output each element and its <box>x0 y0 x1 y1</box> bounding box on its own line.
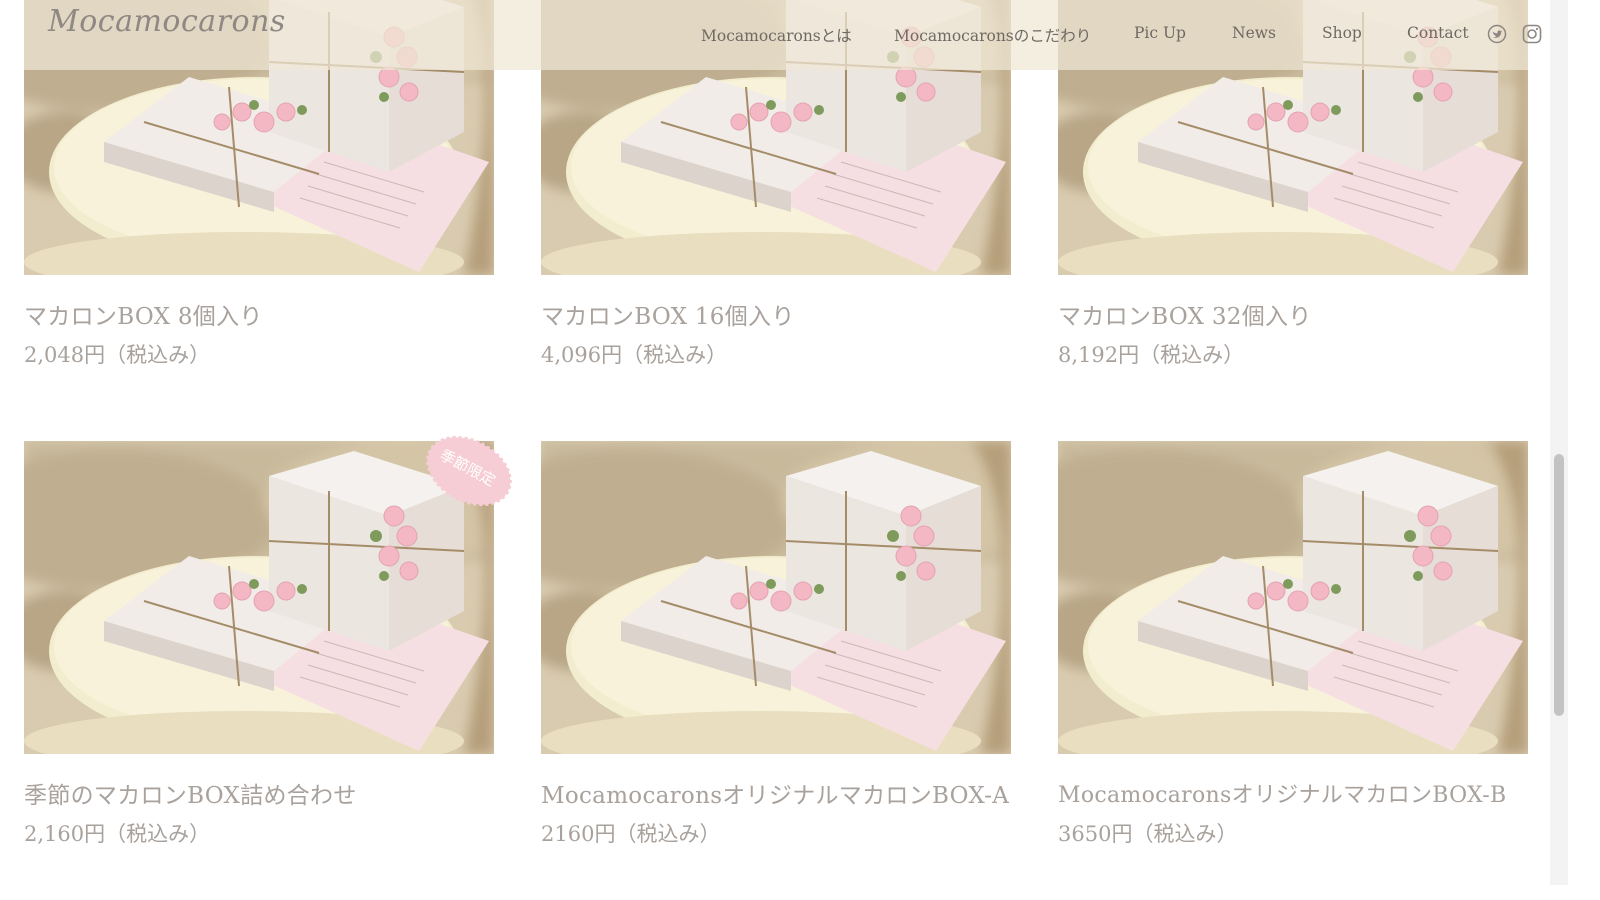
nav-link-news[interactable]: News <box>1232 24 1276 42</box>
product-name[interactable]: MocamocaronsオリジナルマカロンBOX-A <box>541 778 1011 814</box>
scrollbar-thumb[interactable] <box>1554 454 1564 716</box>
nav-link-pickup[interactable]: Pic Up <box>1134 24 1186 42</box>
product-price: 2160円（税込み） <box>541 822 721 846</box>
instagram-icon[interactable] <box>1522 24 1542 48</box>
product-image[interactable] <box>541 441 1011 754</box>
nav-link-commitment[interactable]: Mocamocaronsのこだわり <box>894 24 1091 46</box>
site-logo[interactable]: Mocamocarons <box>48 4 286 39</box>
site-header: Mocamocarons Mocamocaronsとは Mocamocarons… <box>24 0 1542 70</box>
product-name[interactable]: マカロンBOX 32個入り <box>1058 299 1528 335</box>
page-scrollbar[interactable] <box>1550 0 1568 885</box>
product-card[interactable]: 季節限定 季節のマカロンBOX詰め合わせ 2,160円（税込み） <box>24 435 512 852</box>
product-image[interactable] <box>1058 441 1528 754</box>
product-name[interactable]: マカロンBOX 16個入り <box>541 299 1011 335</box>
nav-link-contact[interactable]: Contact <box>1407 24 1469 42</box>
product-price: 2,048円（税込み） <box>24 343 211 367</box>
product-name[interactable]: 季節のマカロンBOX詰め合わせ <box>24 778 494 814</box>
seasonal-badge: 季節限定 <box>424 435 514 507</box>
twitter-icon[interactable] <box>1487 24 1507 48</box>
product-card[interactable]: MocamocaronsオリジナルマカロンBOX-A 2160円（税込み） <box>541 441 1011 852</box>
nav-link-shop[interactable]: Shop <box>1322 24 1362 42</box>
nav-link-about[interactable]: Mocamocaronsとは <box>701 24 852 46</box>
product-name[interactable]: MocamocaronsオリジナルマカロンBOX-B <box>1058 778 1528 814</box>
product-name[interactable]: マカロンBOX 8個入り <box>24 299 494 335</box>
product-price: 2,160円（税込み） <box>24 822 211 846</box>
product-card[interactable]: MocamocaronsオリジナルマカロンBOX-B 3650円（税込み） <box>1058 441 1528 852</box>
product-price: 8,192円（税込み） <box>1058 343 1245 367</box>
product-price: 4,096円（税込み） <box>541 343 728 367</box>
product-price: 3650円（税込み） <box>1058 822 1238 846</box>
